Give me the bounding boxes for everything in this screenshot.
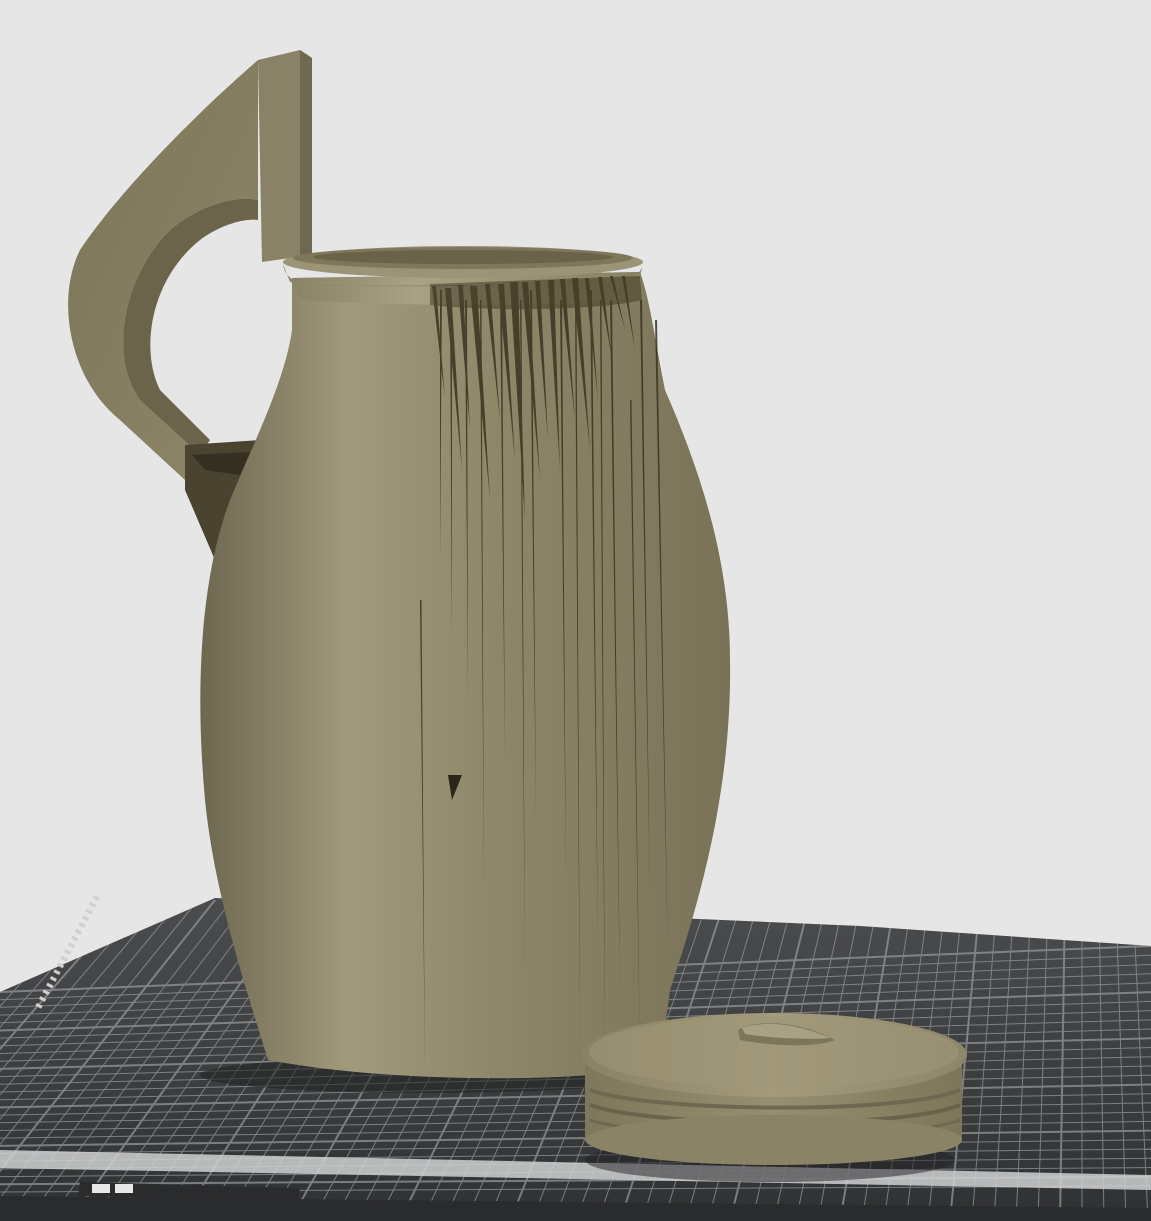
3d-viewport[interactable]: ▮▮▮▮▮▮▮▮▮▮▮▮▮▮▮▮▮ (0, 0, 1151, 1221)
lid-model[interactable] (581, 1013, 967, 1182)
scene-canvas[interactable]: ▮▮▮▮▮▮▮▮▮▮▮▮▮▮▮▮▮ (0, 0, 1151, 1221)
